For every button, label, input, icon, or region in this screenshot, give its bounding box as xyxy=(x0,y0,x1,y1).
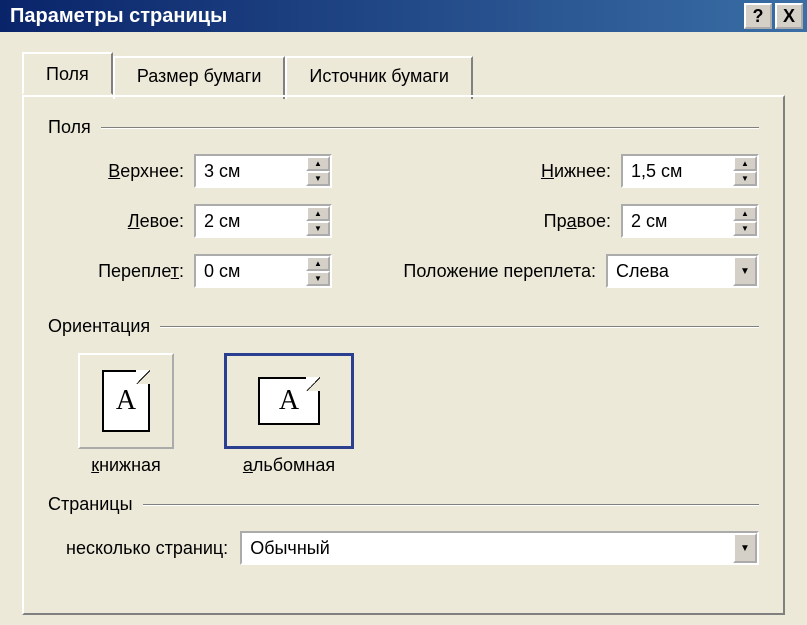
input-multiple-pages[interactable] xyxy=(242,533,733,563)
label-bottom: Нижнее: xyxy=(332,161,621,182)
orientation-landscape[interactable]: A альбомная xyxy=(224,353,354,476)
titlebar: Параметры страницы ? X xyxy=(0,0,807,32)
label-left: Левое: xyxy=(66,211,194,232)
chevron-up-icon[interactable]: ▲ xyxy=(733,206,757,221)
spin-gutter[interactable]: ▲▼ xyxy=(306,256,330,286)
group-orientation-text: Ориентация xyxy=(48,316,150,337)
spinner-gutter[interactable]: ▲▼ xyxy=(194,254,332,288)
spinner-top[interactable]: ▲▼ xyxy=(194,154,332,188)
combo-multiple-pages[interactable]: ▼ xyxy=(240,531,759,565)
input-left[interactable] xyxy=(196,206,306,236)
close-button[interactable]: X xyxy=(775,3,803,29)
chevron-down-icon[interactable]: ▼ xyxy=(306,171,330,186)
label-portrait: книжная xyxy=(91,455,161,476)
separator xyxy=(101,127,759,129)
margins-grid: Верхнее: ▲▼ Нижнее: ▲▼ xyxy=(48,154,759,288)
spinner-left[interactable]: ▲▼ xyxy=(194,204,332,238)
chevron-down-icon[interactable]: ▼ xyxy=(306,271,330,286)
tab-margins[interactable]: Поля xyxy=(22,52,113,95)
label-landscape: альбомная xyxy=(243,455,335,476)
orientation-portrait[interactable]: A книжная xyxy=(78,353,174,476)
chevron-up-icon[interactable]: ▲ xyxy=(733,156,757,171)
chevron-up-icon[interactable]: ▲ xyxy=(306,156,330,171)
input-bottom[interactable] xyxy=(623,156,733,186)
orientation-options: A книжная A альбомная xyxy=(48,353,759,476)
spin-right[interactable]: ▲▼ xyxy=(733,206,757,236)
label-gutter-position: Положение переплета: xyxy=(332,261,606,282)
portrait-icon[interactable]: A xyxy=(78,353,174,449)
input-right[interactable] xyxy=(623,206,733,236)
group-pages-label: Страницы xyxy=(48,494,759,515)
spinner-bottom[interactable]: ▲▼ xyxy=(621,154,759,188)
label-multiple-pages: несколько страниц: xyxy=(66,538,240,559)
group-margins-label: Поля xyxy=(48,117,759,138)
tab-panel: Поля Верхнее: ▲▼ Нижнее: xyxy=(22,95,785,615)
chevron-up-icon[interactable]: ▲ xyxy=(306,256,330,271)
label-gutter: Переплет: xyxy=(66,261,194,282)
chevron-down-icon[interactable]: ▼ xyxy=(733,256,757,286)
tab-paper-source[interactable]: Источник бумаги xyxy=(285,56,473,99)
chevron-down-icon[interactable]: ▼ xyxy=(733,533,757,563)
tab-paper-size[interactable]: Размер бумаги xyxy=(113,56,286,99)
group-pages-text: Страницы xyxy=(48,494,133,515)
landscape-icon[interactable]: A xyxy=(224,353,354,449)
dialog-body: Поля Размер бумаги Источник бумаги Поля … xyxy=(0,32,807,625)
separator xyxy=(160,326,759,328)
spinner-right[interactable]: ▲▼ xyxy=(621,204,759,238)
input-gutter-position[interactable] xyxy=(608,256,733,286)
label-top: Верхнее: xyxy=(66,161,194,182)
separator xyxy=(143,504,759,506)
help-button[interactable]: ? xyxy=(744,3,772,29)
window-title: Параметры страницы xyxy=(10,5,741,28)
pages-row: несколько страниц: ▼ xyxy=(48,531,759,565)
group-orientation-label: Ориентация xyxy=(48,316,759,337)
chevron-down-icon[interactable]: ▼ xyxy=(733,171,757,186)
page-setup-dialog: Параметры страницы ? X Поля Размер бумаг… xyxy=(0,0,807,625)
chevron-down-icon[interactable]: ▼ xyxy=(733,221,757,236)
chevron-up-icon[interactable]: ▲ xyxy=(306,206,330,221)
group-margins-text: Поля xyxy=(48,117,91,138)
combo-gutter-position[interactable]: ▼ xyxy=(606,254,759,288)
input-gutter[interactable] xyxy=(196,256,306,286)
chevron-down-icon[interactable]: ▼ xyxy=(306,221,330,236)
tab-strip: Поля Размер бумаги Источник бумаги xyxy=(22,52,785,95)
spin-bottom[interactable]: ▲▼ xyxy=(733,156,757,186)
input-top[interactable] xyxy=(196,156,306,186)
label-right: Правое: xyxy=(332,211,621,232)
spin-left[interactable]: ▲▼ xyxy=(306,206,330,236)
spin-top[interactable]: ▲▼ xyxy=(306,156,330,186)
